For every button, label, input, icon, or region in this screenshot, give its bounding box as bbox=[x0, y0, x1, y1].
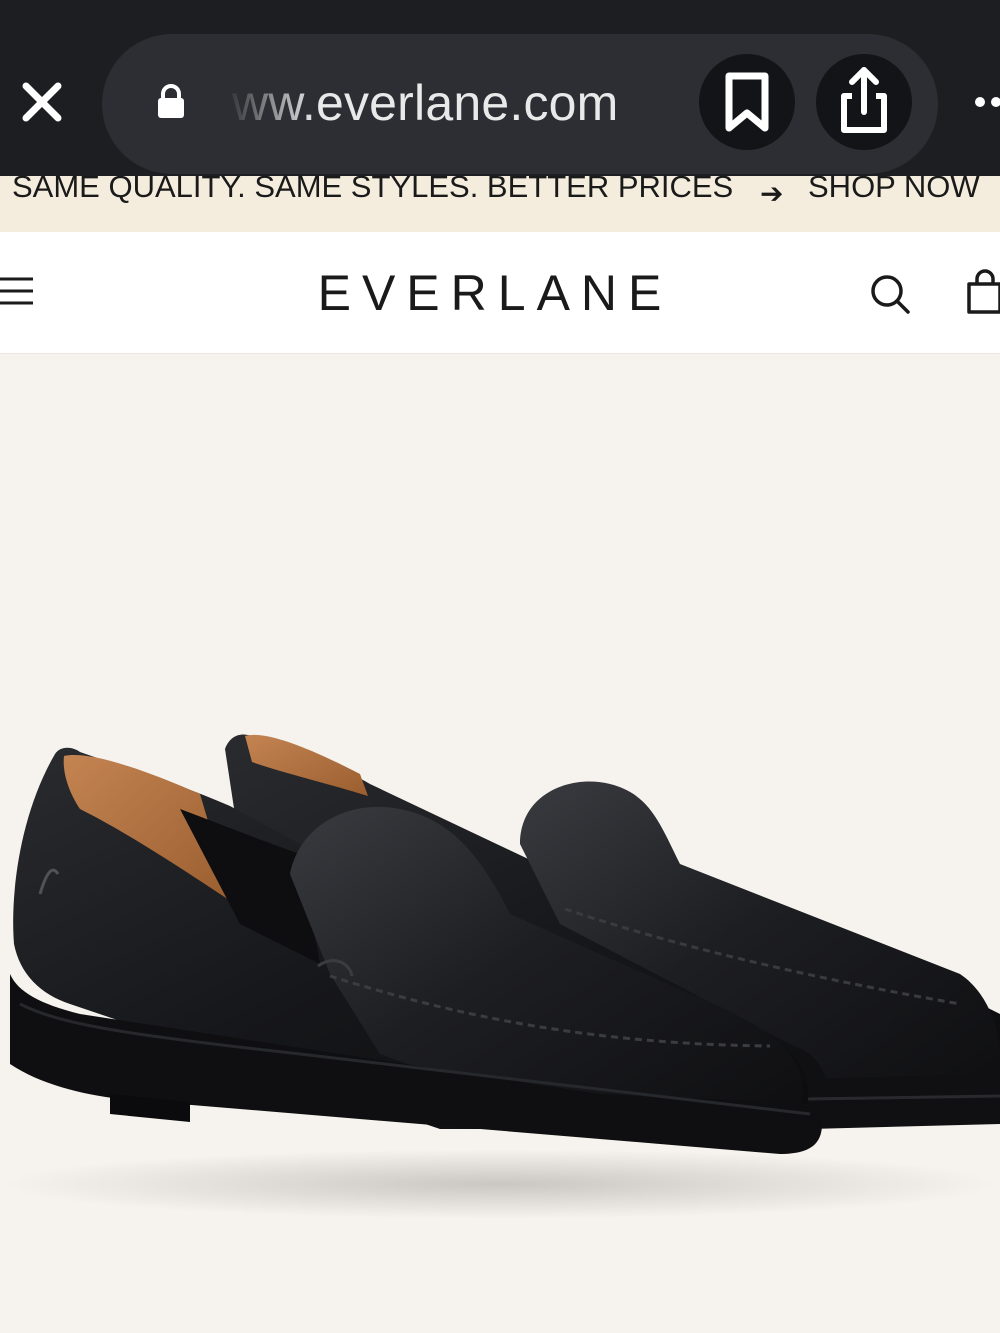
lock-icon bbox=[158, 84, 184, 118]
site-header: EVERLANE bbox=[0, 232, 1000, 354]
arrow-right-icon: ➔ bbox=[760, 178, 784, 209]
search-icon[interactable] bbox=[868, 272, 912, 316]
shopping-bag-icon[interactable] bbox=[962, 268, 1000, 314]
bookmark-icon bbox=[725, 72, 769, 132]
url-fade-overlay bbox=[226, 70, 316, 136]
shop-now-link[interactable]: SHOP NOW bbox=[808, 176, 980, 207]
product-hero-image[interactable] bbox=[0, 354, 1000, 1333]
promo-text: SAME QUALITY. SAME STYLES. BETTER PRICES bbox=[12, 176, 734, 204]
brand-logo[interactable]: EVERLANE bbox=[0, 263, 1000, 323]
loafer-pair-image bbox=[0, 734, 1000, 1219]
more-dots-icon[interactable] bbox=[972, 91, 1000, 113]
share-button[interactable] bbox=[816, 54, 912, 150]
close-icon[interactable] bbox=[14, 74, 70, 130]
promo-banner[interactable]: SAME QUALITY. SAME STYLES. BETTER PRICES… bbox=[0, 176, 1000, 232]
bookmark-button[interactable] bbox=[699, 54, 795, 150]
browser-toolbar: ww.everlane.com bbox=[0, 0, 1000, 176]
share-icon bbox=[841, 67, 887, 133]
